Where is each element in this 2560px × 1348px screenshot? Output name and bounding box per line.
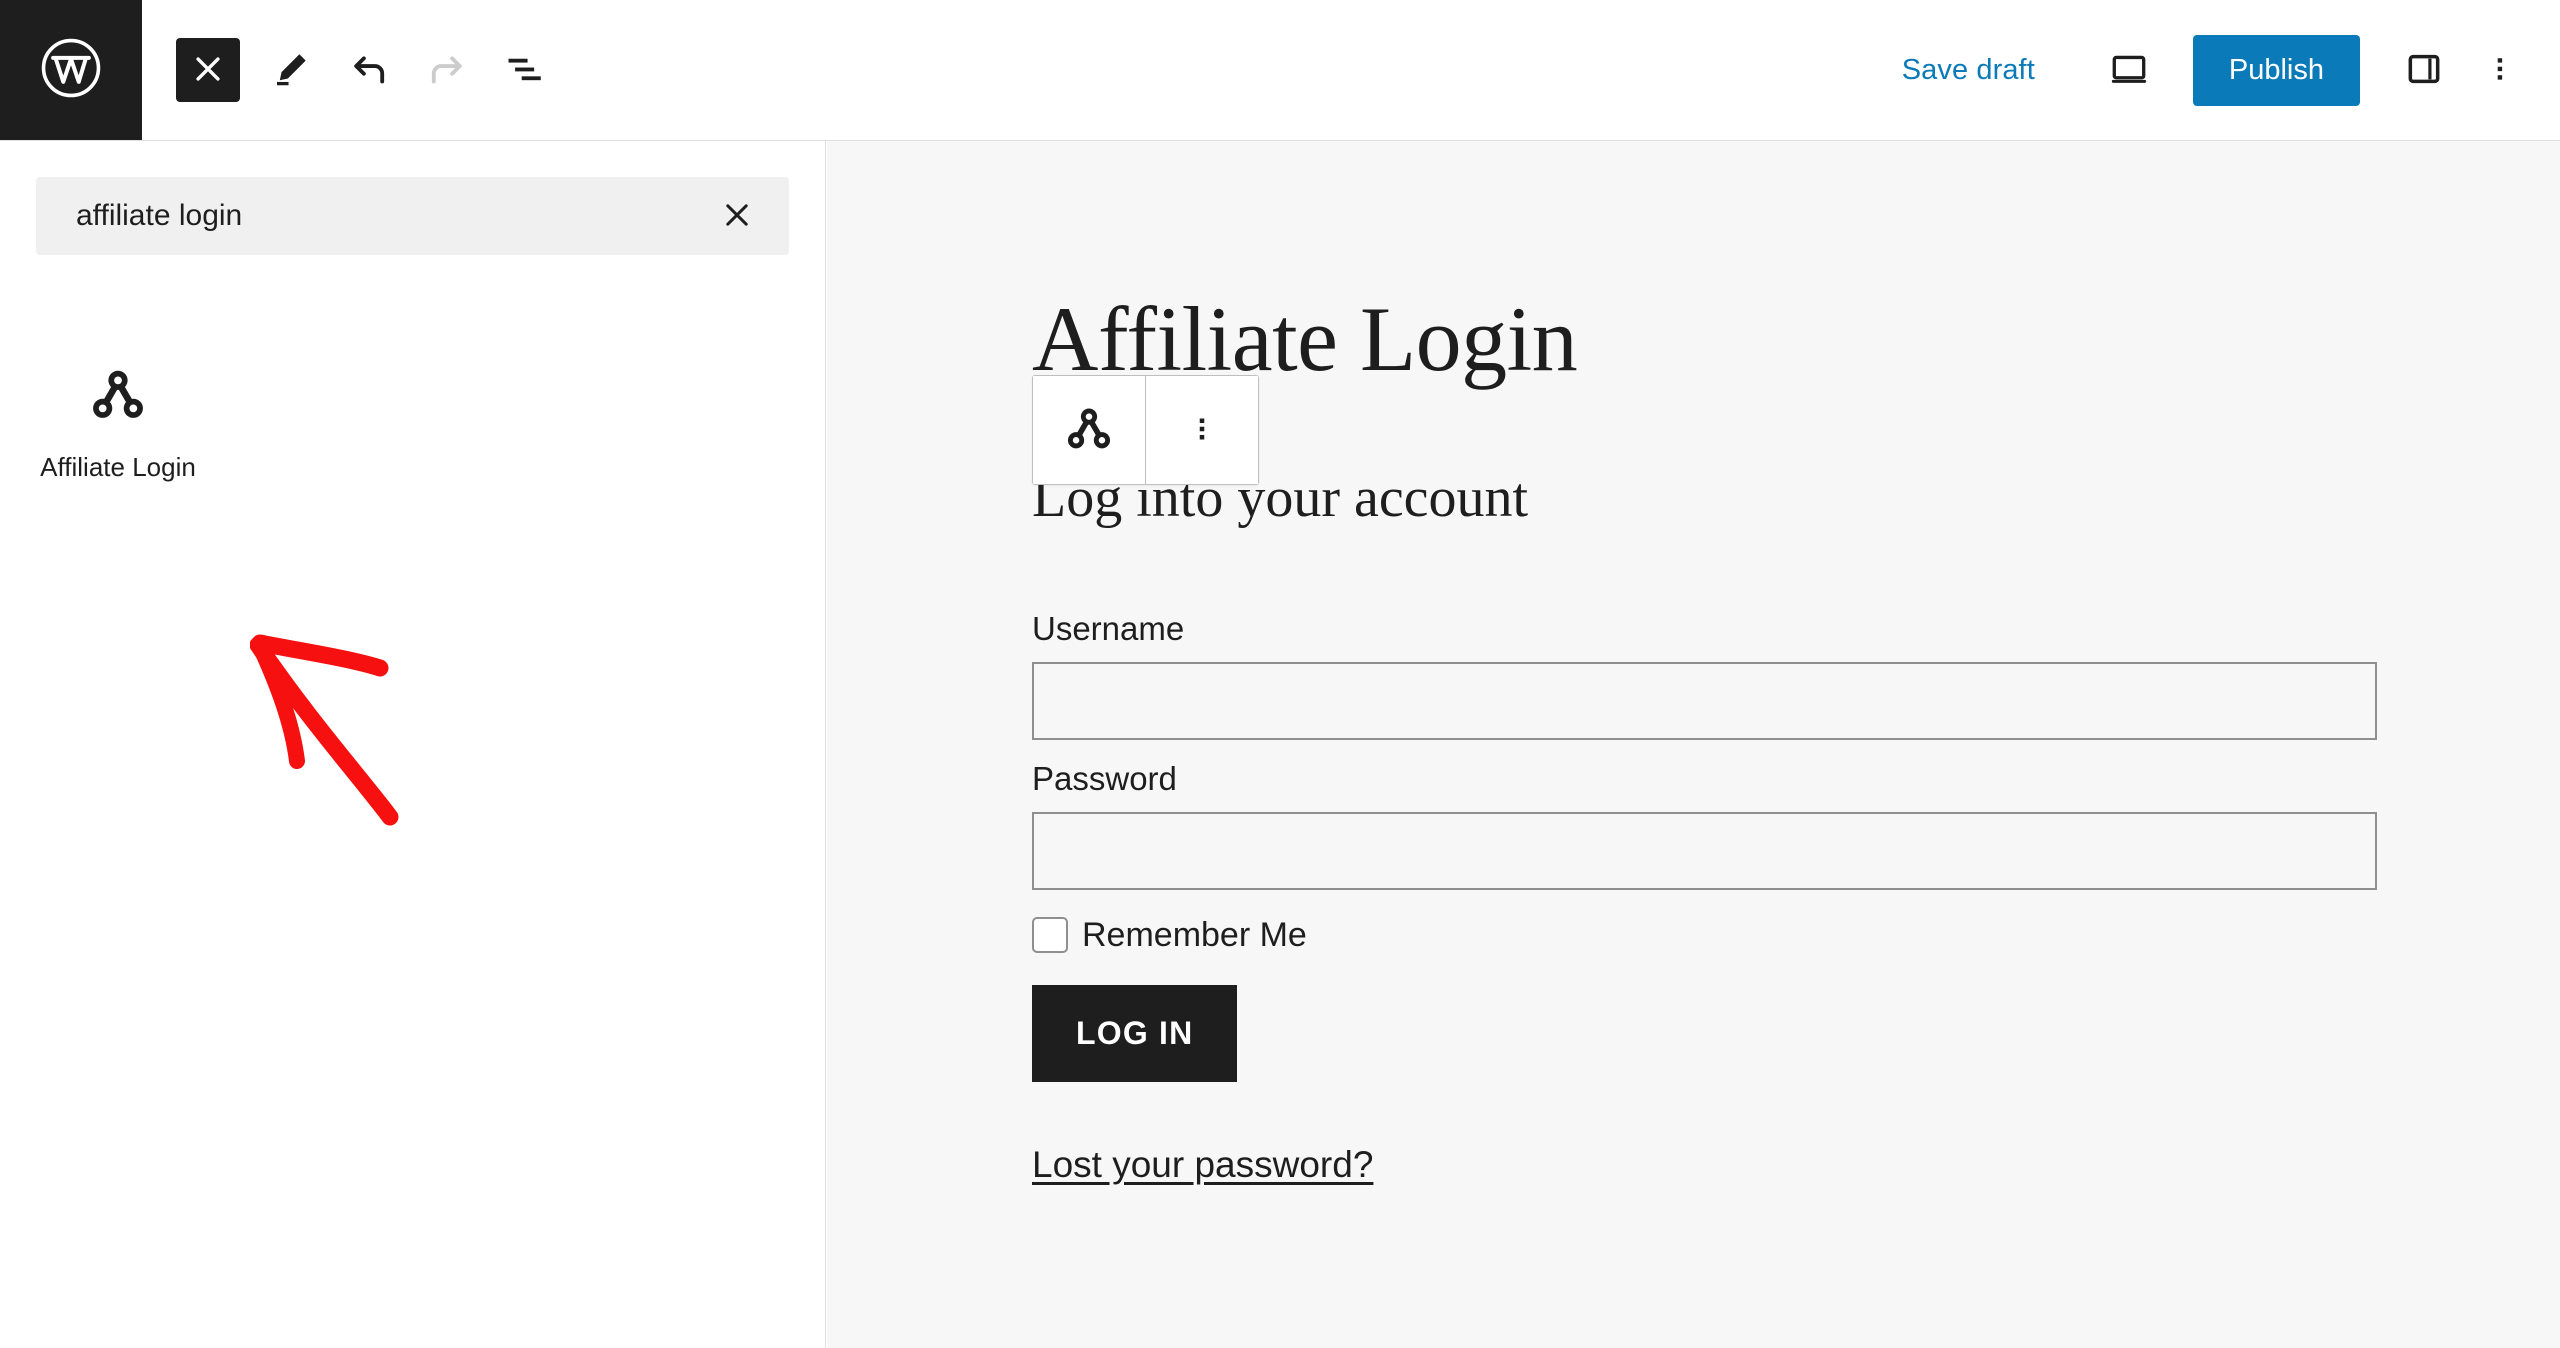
wordpress-logo-button[interactable] — [0, 0, 142, 140]
redo-button[interactable] — [408, 31, 486, 109]
password-input[interactable] — [1032, 811, 2377, 890]
close-block-inserter-button[interactable] — [176, 38, 240, 102]
editor-top-toolbar: Save draft Publish — [0, 0, 2560, 141]
redo-arrow-icon — [425, 47, 469, 94]
publish-button[interactable]: Publish — [2192, 34, 2360, 106]
block-inserter-sidebar: affiliate login Affiliate Login — [0, 141, 826, 1348]
desktop-preview-icon — [2108, 48, 2150, 93]
close-icon — [720, 198, 754, 235]
sidebar-panel-icon — [2404, 49, 2444, 92]
search-input[interactable]: affiliate login — [76, 199, 715, 233]
wordpress-logo-icon — [39, 36, 103, 105]
save-draft-button[interactable]: Save draft — [1884, 38, 2053, 103]
red-arrow-pointing-to-affiliate-login-block — [250, 634, 399, 826]
toolbar-left-group — [142, 31, 564, 109]
lost-password-link[interactable]: Lost your password? — [1032, 1144, 1373, 1186]
inserter-search-area: affiliate login — [0, 141, 825, 255]
more-options-button[interactable] — [2462, 32, 2538, 108]
pencil-icon — [270, 48, 312, 93]
undo-button[interactable] — [330, 31, 408, 109]
block-type-button[interactable] — [1033, 376, 1145, 484]
block-item-label: Affiliate Login — [40, 452, 196, 482]
clear-search-button[interactable] — [715, 194, 759, 238]
username-label: Username — [1032, 609, 1185, 647]
remember-me-row: Remember Me — [1032, 916, 2377, 955]
affiliate-login-form: Username Password Remember Me LOG IN Los… — [1032, 610, 2377, 1186]
wordpress-block-editor: Save draft Publish affiliate login Affil… — [0, 0, 2560, 1348]
editor-canvas: Affiliate Login Log into your account Us… — [827, 141, 2560, 1348]
log-in-button[interactable]: LOG IN — [1032, 984, 1238, 1082]
remember-me-label: Remember Me — [1082, 915, 1307, 954]
undo-arrow-icon — [347, 47, 391, 94]
preview-button[interactable] — [2091, 32, 2167, 108]
list-view-button[interactable] — [486, 31, 564, 109]
password-label: Password — [1032, 759, 1177, 797]
inserter-results-grid: Affiliate Login — [0, 255, 825, 503]
network-nodes-icon — [1062, 402, 1116, 459]
remember-me-checkbox[interactable] — [1032, 917, 1068, 954]
edit-mode-button[interactable] — [252, 31, 330, 109]
settings-sidebar-button[interactable] — [2386, 32, 2462, 108]
block-options-button[interactable] — [1146, 376, 1258, 484]
search-box[interactable]: affiliate login — [36, 177, 789, 255]
vertical-dots-icon — [1185, 412, 1219, 449]
page-title[interactable]: Affiliate Login — [1032, 291, 2377, 388]
username-field-group: Username — [1032, 610, 2377, 740]
username-input[interactable] — [1032, 661, 2377, 740]
close-icon — [191, 52, 225, 89]
list-view-icon — [503, 47, 547, 94]
toolbar-right-group: Save draft Publish — [1884, 32, 2560, 108]
password-field-group: Password — [1032, 760, 2377, 890]
vertical-dots-icon — [2483, 52, 2517, 89]
network-nodes-icon — [86, 363, 150, 430]
post-content: Affiliate Login Log into your account Us… — [1032, 141, 2377, 1186]
block-item-affiliate-login[interactable]: Affiliate Login — [24, 341, 212, 503]
block-toolbar — [1032, 375, 1259, 485]
